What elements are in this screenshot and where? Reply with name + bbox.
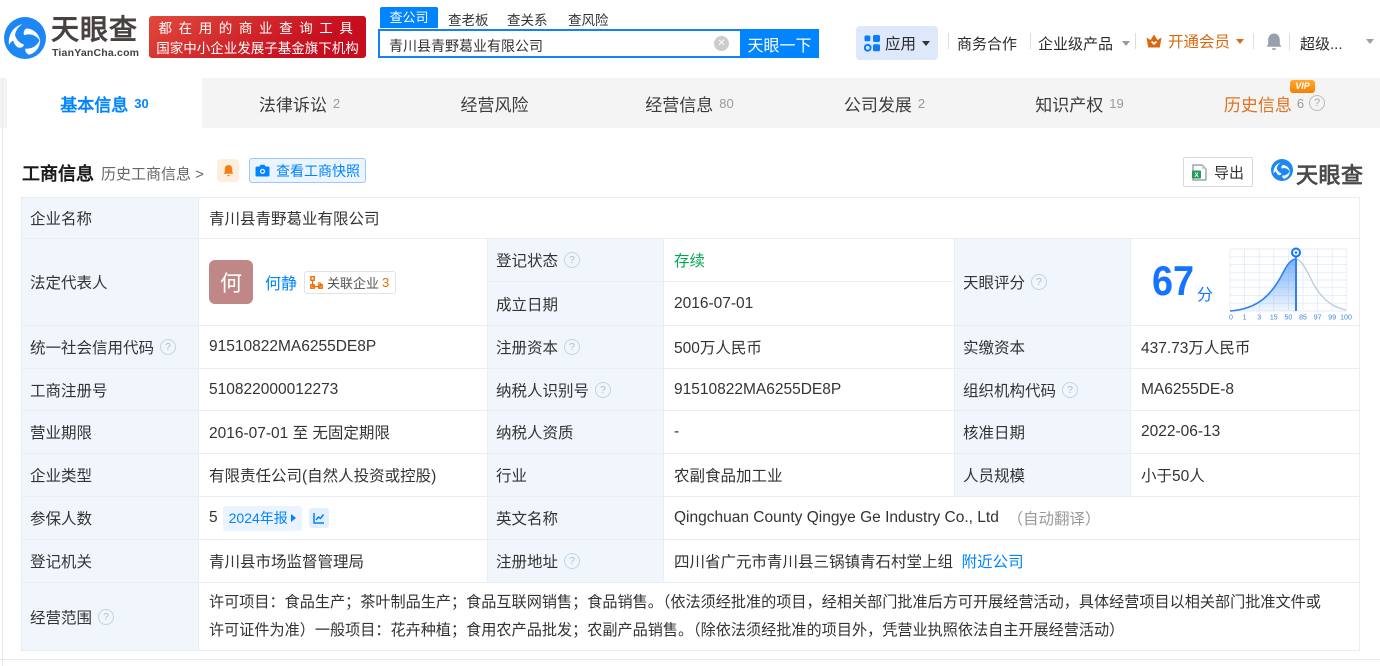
svg-text:97: 97 <box>1314 315 1322 322</box>
svg-text:0: 0 <box>1229 315 1233 322</box>
svg-text:50: 50 <box>1285 315 1293 322</box>
svg-text:X: X <box>1194 171 1199 178</box>
svg-text:100: 100 <box>1340 315 1352 322</box>
svg-text:15: 15 <box>1270 315 1278 322</box>
svg-text:3: 3 <box>1257 315 1261 322</box>
svg-text:85: 85 <box>1299 315 1307 322</box>
svg-text:1: 1 <box>1243 315 1247 322</box>
svg-text:99: 99 <box>1328 315 1336 322</box>
